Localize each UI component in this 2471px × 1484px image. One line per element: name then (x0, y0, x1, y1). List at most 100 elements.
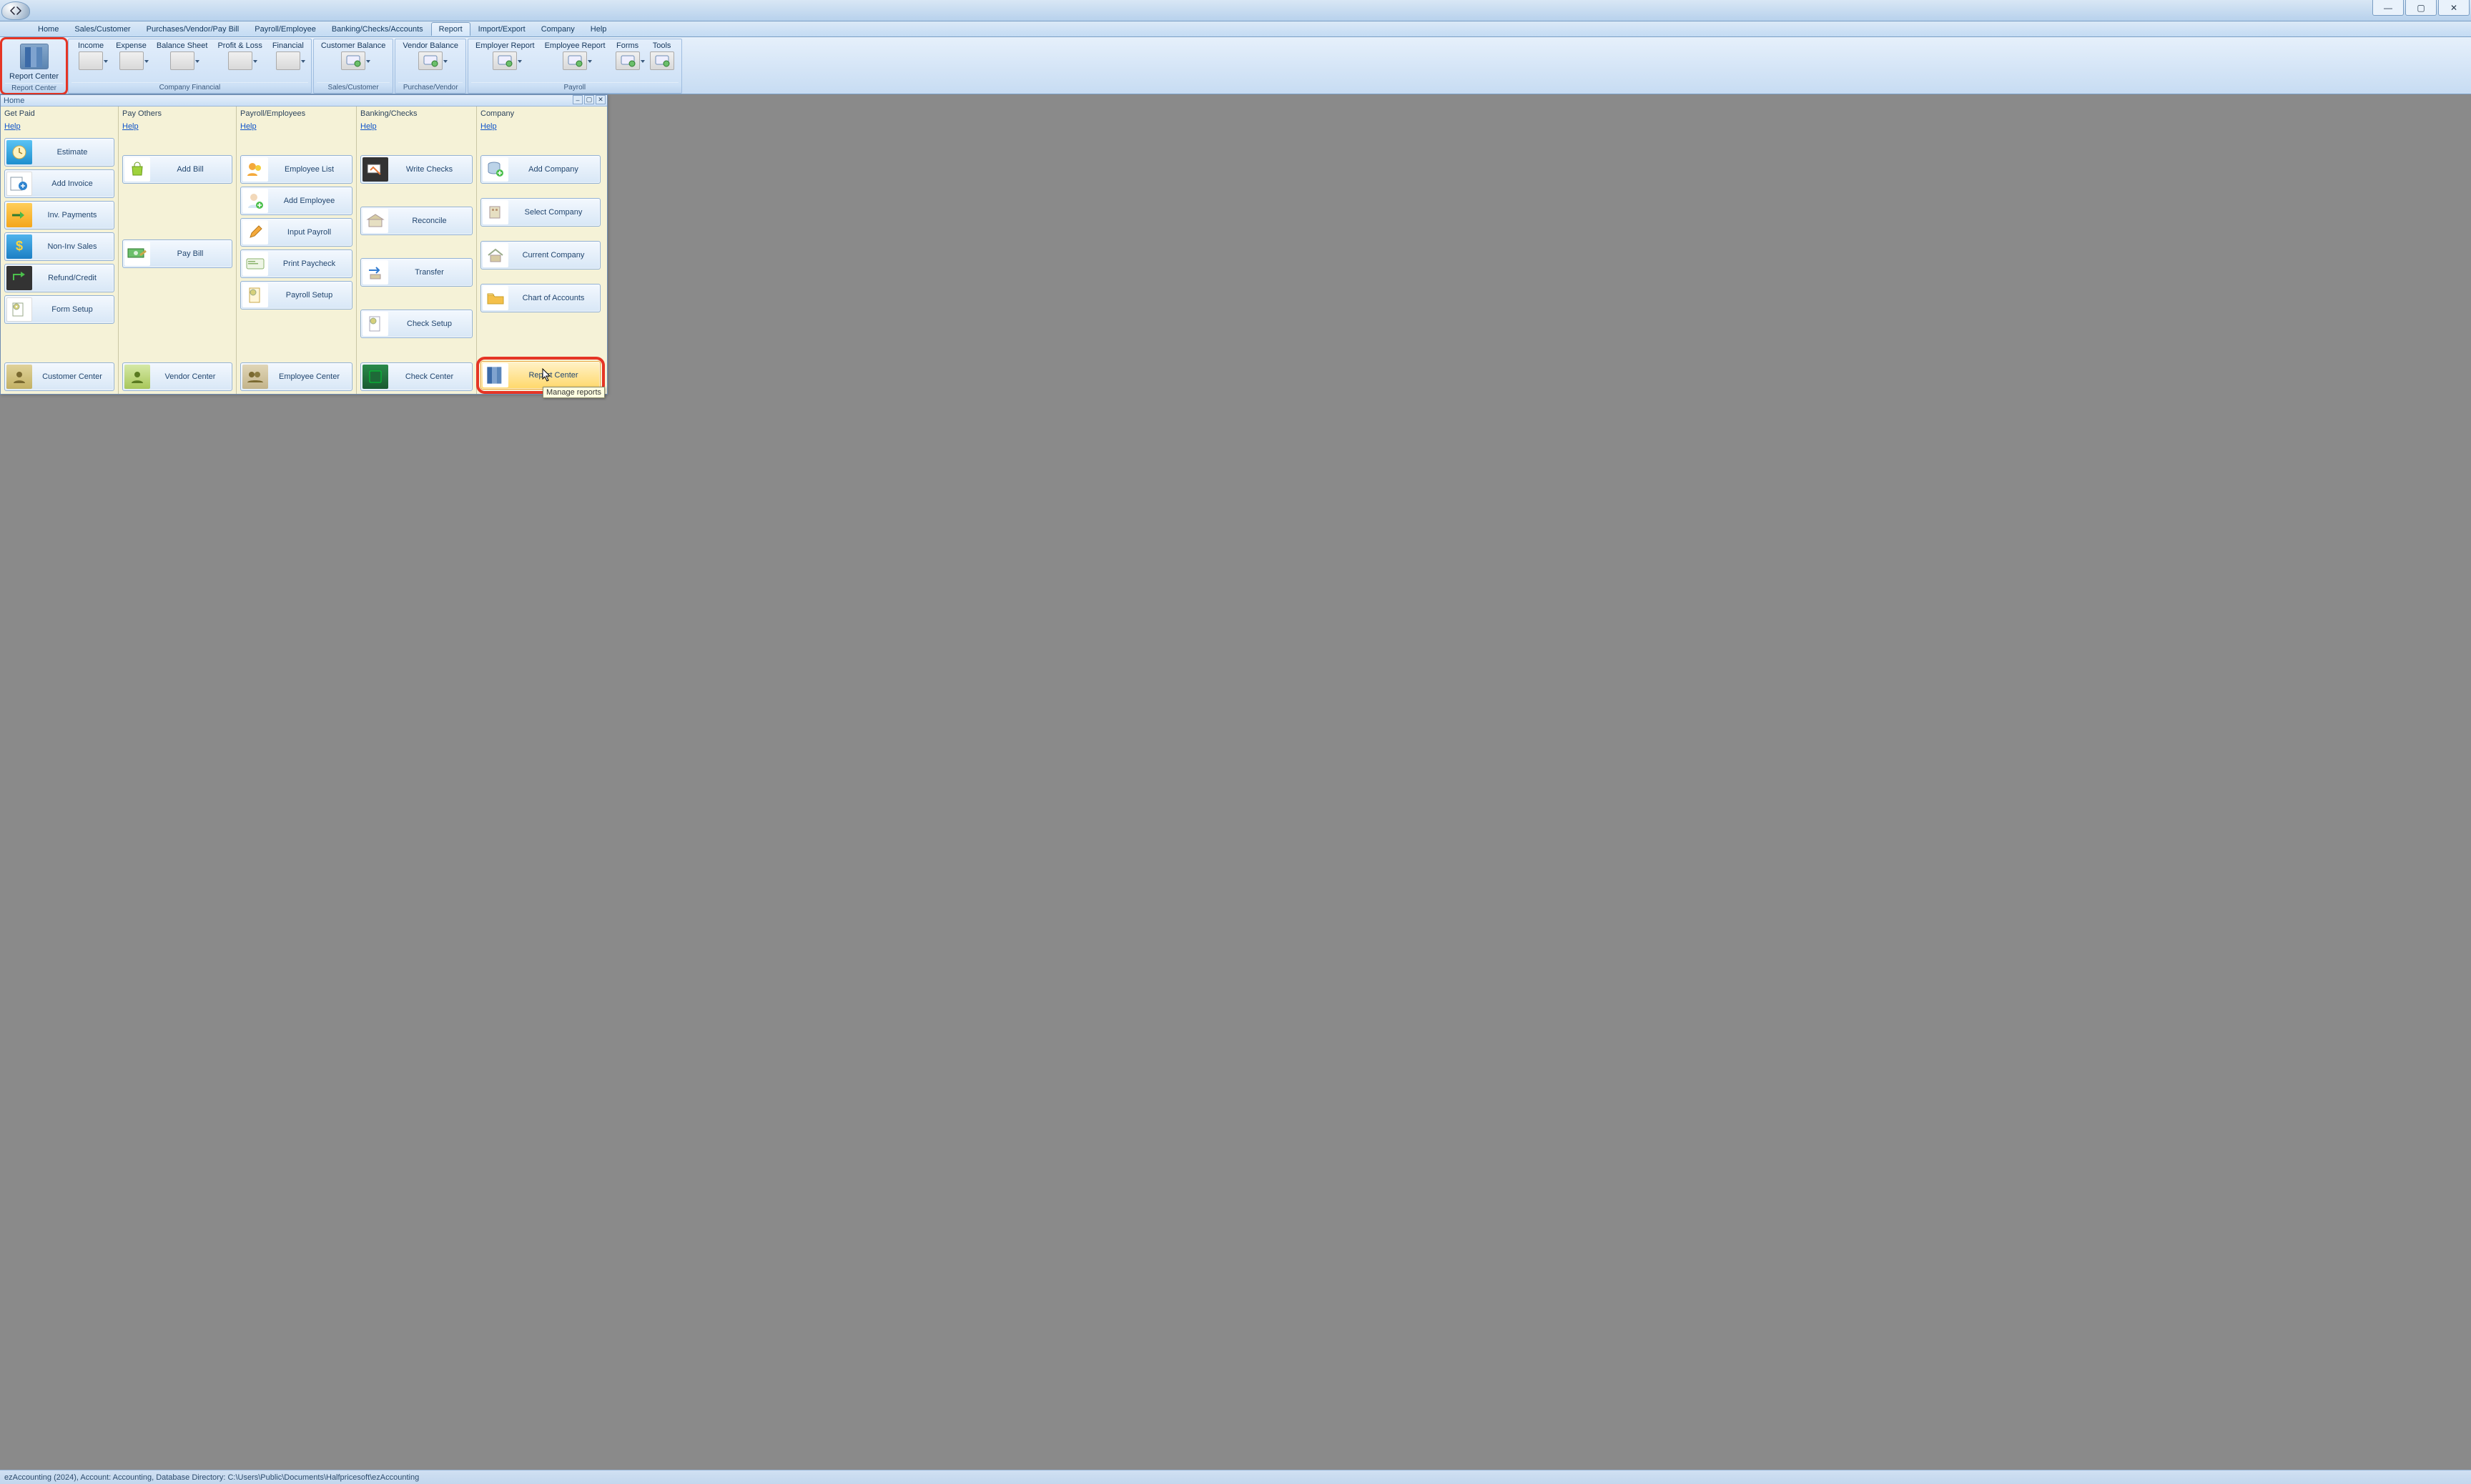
tile-vendor-center[interactable]: Vendor Center (122, 362, 232, 391)
ribbon-report-center-button[interactable]: Report Center (5, 41, 63, 83)
shopping-bag-icon (124, 157, 150, 182)
report-icon (119, 51, 144, 70)
ribbon-vendor-balance-button[interactable]: Vendor Balance (398, 41, 463, 71)
help-pay-others[interactable]: Help (122, 122, 139, 131)
tile-refund-credit[interactable]: Refund/Credit (4, 264, 114, 292)
tile-payroll-setup[interactable]: Payroll Setup (240, 281, 352, 310)
window-close-button[interactable]: ✕ (2438, 0, 2470, 16)
add-user-icon (242, 189, 268, 213)
home-window-max-button[interactable]: ▢ (584, 95, 594, 104)
refund-icon (6, 266, 32, 290)
menu-company[interactable]: Company (533, 22, 583, 36)
invoice-icon (6, 172, 32, 196)
tile-pay-bill[interactable]: Pay Bill (122, 239, 232, 268)
heading-company: Company (480, 109, 601, 118)
menu-import-export[interactable]: Import/Export (470, 22, 533, 36)
tile-reconcile-label: Reconcile (393, 217, 470, 225)
menu-purchases-vendor-pay-bill[interactable]: Purchases/Vendor/Pay Bill (139, 22, 247, 36)
ribbon-group-sales-customer: Customer Balance Sales/Customer (313, 39, 394, 94)
tile-add-bill[interactable]: Add Bill (122, 155, 232, 184)
building-icon (483, 200, 508, 224)
document-gear-icon (242, 283, 268, 307)
app-orb-button[interactable] (1, 1, 30, 20)
report-icon (650, 51, 674, 70)
col-payroll-employees: Payroll/Employees Help Employee List Add… (237, 107, 357, 394)
tile-inv-payments[interactable]: Inv. Payments (4, 201, 114, 229)
people-icon (242, 157, 268, 182)
book-icon (362, 365, 388, 389)
tile-add-invoice-label: Add Invoice (36, 179, 112, 188)
ribbon-employer-report-button[interactable]: Employer Report (471, 41, 539, 71)
tile-employee-list-label: Employee List (272, 165, 350, 174)
menu-help[interactable]: Help (583, 22, 615, 36)
ribbon-forms-button[interactable]: Forms (611, 41, 644, 71)
window-maximize-button[interactable]: ▢ (2405, 0, 2437, 16)
tile-input-payroll[interactable]: Input Payroll (240, 218, 352, 247)
help-company[interactable]: Help (480, 122, 497, 131)
ribbon-profit-loss-button[interactable]: Profit & Loss (213, 41, 266, 71)
tile-add-company[interactable]: Add Company (480, 155, 601, 184)
clock-icon (6, 140, 32, 164)
report-icon (276, 51, 300, 70)
tile-check-setup[interactable]: Check Setup (360, 310, 473, 338)
tile-transfer[interactable]: Transfer (360, 258, 473, 287)
ribbon-group-report-center: Report Center Report Center (1, 39, 66, 94)
ribbon-forms-label: Forms (616, 41, 638, 50)
pencil-icon (242, 220, 268, 244)
svg-text:$: $ (16, 239, 23, 253)
tile-transfer-label: Transfer (393, 268, 470, 277)
tile-add-employee[interactable]: Add Employee (240, 187, 352, 215)
cash-icon (124, 242, 150, 266)
heading-pay-others: Pay Others (122, 109, 232, 118)
menu-payroll-employee[interactable]: Payroll/Employee (247, 22, 324, 36)
tile-estimate[interactable]: Estimate (4, 138, 114, 167)
home-window-titlebar[interactable]: Home – ▢ ✕ (1, 95, 607, 107)
home-window-min-button[interactable]: – (573, 95, 583, 104)
tile-print-paycheck-label: Print Paycheck (272, 259, 350, 268)
tile-report-center[interactable]: Report Center (480, 361, 601, 390)
ribbon-expense-button[interactable]: Expense (112, 41, 151, 71)
tile-chart-of-accounts[interactable]: Chart of Accounts (480, 284, 601, 312)
tile-reconcile[interactable]: Reconcile (360, 207, 473, 235)
house-icon (483, 243, 508, 267)
menu-report[interactable]: Report (431, 22, 470, 36)
ribbon-financial-label: Financial (272, 41, 304, 50)
tile-add-bill-label: Add Bill (154, 165, 230, 174)
tile-select-company[interactable]: Select Company (480, 198, 601, 227)
tile-customer-center[interactable]: Customer Center (4, 362, 114, 391)
tile-current-company[interactable]: Current Company (480, 241, 601, 269)
tile-non-inv-sales[interactable]: $ Non-Inv Sales (4, 232, 114, 261)
ribbon-company-financial-group-label: Company Financial (71, 82, 308, 93)
tile-add-invoice[interactable]: Add Invoice (4, 169, 114, 198)
tile-print-paycheck[interactable]: Print Paycheck (240, 249, 352, 278)
help-banking[interactable]: Help (360, 122, 377, 131)
home-window-close-button[interactable]: ✕ (596, 95, 606, 104)
tile-form-setup[interactable]: Form Setup (4, 295, 114, 324)
ribbon-balance-sheet-button[interactable]: Balance Sheet (152, 41, 212, 71)
tile-employee-list[interactable]: Employee List (240, 155, 352, 184)
heading-get-paid: Get Paid (4, 109, 114, 118)
help-get-paid[interactable]: Help (4, 122, 21, 131)
help-payroll[interactable]: Help (240, 122, 257, 131)
tile-check-center[interactable]: Check Center (360, 362, 473, 391)
col-banking-checks: Banking/Checks Help Write Checks Reconci… (357, 107, 477, 394)
ribbon-tools-button[interactable]: Tools (646, 41, 679, 71)
ribbon-employee-report-button[interactable]: Employee Report (541, 41, 610, 71)
tile-write-checks[interactable]: Write Checks (360, 155, 473, 184)
menu-banking-checks-accounts[interactable]: Banking/Checks/Accounts (324, 22, 431, 36)
ribbon-customer-balance-button[interactable]: Customer Balance (317, 41, 390, 71)
report-icon (616, 51, 640, 70)
tile-add-employee-label: Add Employee (272, 197, 350, 205)
user-icon (6, 365, 32, 389)
window-minimize-button[interactable]: — (2372, 0, 2404, 16)
ribbon-income-button[interactable]: Income (71, 41, 110, 71)
ribbon-financial-button[interactable]: Financial (268, 41, 308, 71)
tile-report-center-label: Report Center (513, 371, 598, 380)
tile-non-inv-sales-label: Non-Inv Sales (36, 242, 112, 251)
tile-chart-of-accounts-label: Chart of Accounts (513, 294, 598, 302)
menu-sales-customer[interactable]: Sales/Customer (66, 22, 138, 36)
ribbon-vendor-balance-label: Vendor Balance (403, 41, 458, 50)
tile-employee-center[interactable]: Employee Center (240, 362, 352, 391)
tile-customer-center-label: Customer Center (36, 372, 112, 381)
menu-home[interactable]: Home (30, 22, 66, 36)
